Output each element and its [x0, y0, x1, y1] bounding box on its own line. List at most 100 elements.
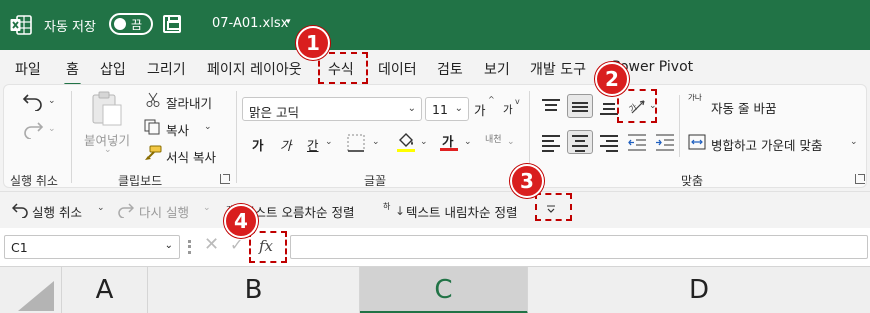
chevron-down-icon: ⌄ [164, 240, 173, 251]
chevron-down-icon: ⌄ [407, 103, 416, 114]
qat-undo-dropdown-icon[interactable]: ⌄ [97, 203, 105, 213]
merge-dropdown-icon[interactable]: ⌄ [850, 137, 858, 147]
format-painter-button[interactable]: 서식 복사 [166, 147, 216, 166]
save-icon[interactable] [163, 15, 181, 33]
copy-dropdown-icon[interactable]: ⌄ [204, 122, 212, 132]
phonetic-dropdown-icon[interactable]: ⌄ [507, 137, 515, 147]
font-color-dropdown-icon[interactable]: ⌄ [464, 137, 472, 147]
undo-dropdown-icon[interactable]: ⌄ [48, 96, 56, 106]
phonetic-button[interactable]: 내천 [485, 132, 502, 145]
tab-developer[interactable]: 개발 도구 [530, 59, 586, 79]
font-size-value: 11 [432, 102, 448, 117]
bold-button[interactable]: 가 [252, 135, 264, 154]
ribbon-panel: ⌄ ⌄ 실행 취소 붙여넣기 ⌄ 잘라내기 복사 ⌄ 서식 복사 클립보드 맑은… [3, 84, 867, 188]
wrap-text-button[interactable]: 자동 줄 바꿈 [711, 98, 776, 117]
font-group-label: 글꼴 [364, 174, 387, 188]
align-top-icon[interactable] [542, 99, 560, 115]
copy-icon [144, 119, 160, 135]
copy-button[interactable]: 복사 [166, 120, 189, 139]
callout-badge-3: 3 [510, 164, 544, 198]
tab-review[interactable]: 검토 [437, 59, 463, 79]
tab-draw[interactable]: 그리기 [147, 59, 186, 79]
clipboard-launcher-icon[interactable] [220, 174, 230, 184]
autosave-state: 끔 [131, 18, 143, 32]
qat-redo-button: 다시 실행 [139, 205, 189, 220]
wrap-text-icon: 가나 [688, 93, 702, 102]
font-name-select[interactable]: 맑은 고딕 ⌄ [242, 97, 422, 121]
select-all-triangle-icon [18, 281, 54, 311]
tab-view[interactable]: 보기 [484, 59, 510, 79]
column-header-a[interactable]: A [62, 267, 148, 313]
undo-group-label: 실행 취소 [10, 174, 58, 188]
grow-font-button[interactable]: 가 [474, 100, 486, 119]
clipboard-group-label: 클립보드 [118, 174, 163, 188]
qat-undo-button[interactable]: 실행 취소 [32, 202, 82, 221]
column-header-c[interactable]: C [360, 267, 528, 313]
underline-dropdown-icon[interactable]: ⌄ [325, 137, 333, 147]
quick-access-toolbar: 실행 취소 ⌄ 다시 실행 ⌄ 가 텍스트 오름차순 정렬 하 ↓ 텍스트 내림… [0, 192, 870, 228]
merge-center-icon [688, 134, 706, 150]
chevron-down-icon[interactable]: ▾ [286, 17, 291, 27]
highlight-customize-qat [535, 193, 572, 221]
undo-icon[interactable] [22, 91, 44, 111]
undo-icon[interactable] [12, 202, 28, 218]
tab-data[interactable]: 데이터 [378, 59, 417, 79]
highlight-insert-function [249, 231, 287, 263]
tab-file[interactable]: 파일 [15, 59, 41, 79]
align-left-icon[interactable] [542, 135, 560, 152]
toggle-knob [114, 18, 126, 30]
increase-indent-icon[interactable] [656, 134, 674, 152]
highlight-orientation [617, 89, 657, 123]
fill-color-dropdown-icon[interactable]: ⌄ [420, 137, 428, 147]
shrink-font-button[interactable]: 가 [503, 102, 513, 117]
ribbon: ⌄ ⌄ 실행 취소 붙여넣기 ⌄ 잘라내기 복사 ⌄ 서식 복사 클립보드 맑은… [0, 84, 870, 192]
font-size-select[interactable]: 11 ⌄ [425, 97, 469, 121]
format-painter-icon [145, 145, 162, 160]
border-icon[interactable] [346, 133, 368, 153]
column-header-b[interactable]: B [148, 267, 360, 313]
callout-badge-1: 1 [296, 26, 330, 60]
column-headers: A B C D [0, 266, 870, 313]
paste-dropdown-icon: ⌄ [104, 145, 112, 155]
autosave-label: 자동 저장 [44, 20, 96, 35]
tab-home[interactable]: 홈 [64, 59, 81, 86]
file-name[interactable]: 07-A01.xlsx [212, 16, 288, 31]
name-box-value: C1 [11, 240, 28, 255]
select-all-button[interactable] [0, 267, 62, 313]
alignment-launcher-icon[interactable] [855, 174, 865, 184]
fill-color-icon[interactable] [396, 131, 416, 153]
grow-font-arrow-icon: ^ [488, 95, 495, 104]
sort-descending-icon: 하 [383, 202, 391, 211]
align-right-icon[interactable] [600, 135, 618, 152]
tab-page-layout[interactable]: 페이지 레이아웃 [207, 59, 302, 79]
autosave-toggle[interactable]: 끔 [109, 13, 153, 35]
cancel-icon: ✕ [204, 234, 220, 255]
grip-handle[interactable] [188, 240, 191, 254]
align-center-button[interactable] [567, 130, 593, 154]
sort-arrow-icon: ↓ [395, 204, 406, 218]
callout-badge-2: 2 [595, 62, 629, 96]
alignment-group-label: 맞춤 [681, 174, 704, 188]
title-bar: 자동 저장 끔 07-A01.xlsx ▾ [0, 0, 870, 50]
merge-center-button[interactable]: 병합하고 가운데 맞춤 [711, 135, 822, 154]
sort-descending-button[interactable]: 텍스트 내림차순 정렬 [406, 202, 517, 221]
font-color-swatch [440, 148, 458, 151]
underline-button[interactable]: 간 [307, 135, 319, 154]
decrease-indent-icon[interactable] [628, 134, 646, 152]
tab-insert[interactable]: 삽입 [100, 59, 126, 79]
sort-ascending-button[interactable]: 텍스트 오름차순 정렬 [243, 202, 354, 221]
redo-dropdown-icon: ⌄ [48, 124, 56, 134]
formula-bar: C1 ⌄ ✕ ✓ fx [0, 228, 870, 266]
formula-input[interactable] [290, 235, 868, 259]
align-bottom-icon[interactable] [600, 99, 618, 115]
chevron-down-icon: ⌄ [454, 103, 463, 114]
column-header-d[interactable]: D [528, 267, 870, 313]
name-box[interactable]: C1 ⌄ [4, 235, 180, 259]
redo-icon [24, 122, 44, 139]
cut-button[interactable]: 잘라내기 [166, 93, 212, 112]
border-dropdown-icon[interactable]: ⌄ [372, 137, 380, 147]
align-middle-button[interactable] [567, 94, 593, 118]
ribbon-tabs: 파일 홈 삽입 그리기 페이지 레이아웃 수식 데이터 검토 보기 개발 도구 … [0, 50, 870, 86]
excel-logo-icon [10, 15, 32, 35]
italic-button[interactable]: 가 [280, 135, 292, 154]
